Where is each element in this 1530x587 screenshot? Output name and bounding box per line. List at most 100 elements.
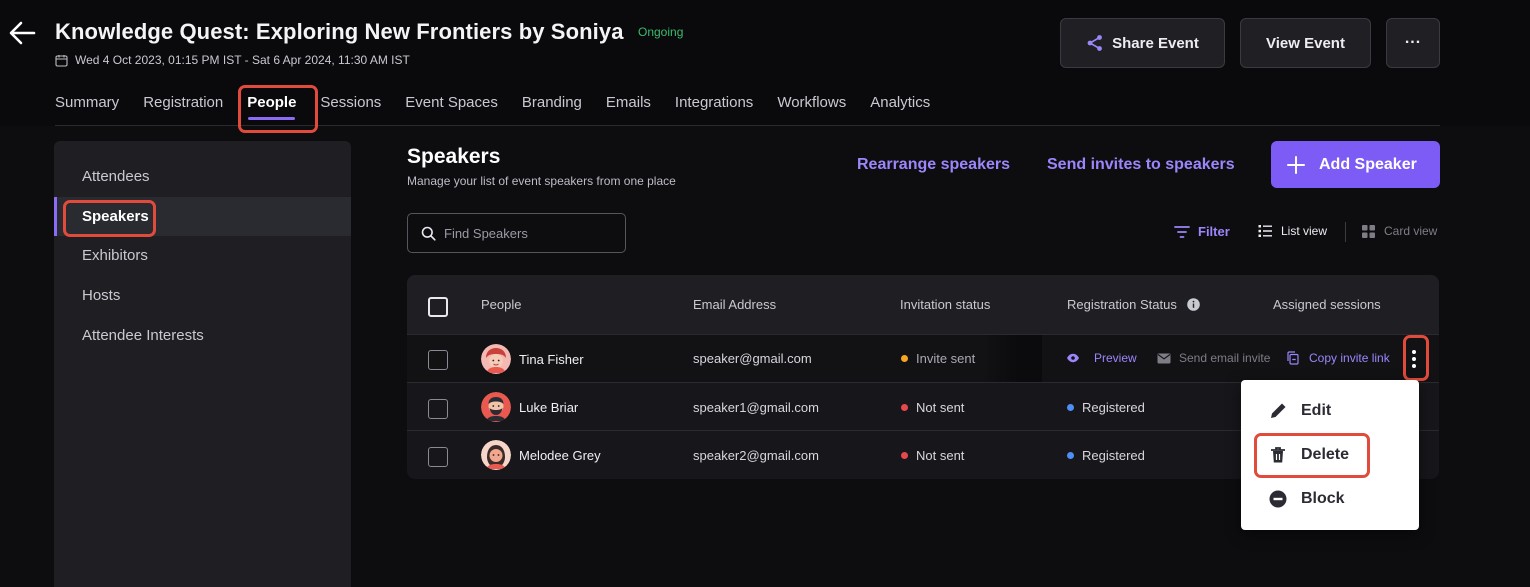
copy-invite-link-label: Copy invite link bbox=[1309, 351, 1390, 365]
invitation-status-text: Not sent bbox=[916, 448, 965, 463]
select-all-checkbox[interactable] bbox=[428, 297, 448, 317]
speaker-name: Tina Fisher bbox=[519, 351, 584, 367]
email-icon bbox=[1157, 353, 1171, 363]
col-invitation: Invitation status bbox=[900, 297, 991, 312]
tab-sessions[interactable]: Sessions bbox=[320, 94, 381, 111]
avatar bbox=[481, 440, 511, 470]
col-assigned-sessions: Assigned sessions bbox=[1273, 297, 1381, 312]
plus-icon bbox=[1287, 155, 1305, 174]
registration-status-text: Registered bbox=[1082, 400, 1145, 415]
kebab-dot bbox=[1412, 350, 1416, 354]
status-dot bbox=[1067, 404, 1074, 411]
menu-item-delete[interactable]: Delete bbox=[1268, 445, 1349, 465]
send-email-invite-action[interactable]: Send email invite bbox=[1157, 351, 1270, 365]
speaker-email: speaker1@gmail.com bbox=[693, 400, 819, 415]
sidebar-item-attendee-interests[interactable]: Attendee Interests bbox=[54, 316, 351, 355]
preview-label: Preview bbox=[1094, 351, 1137, 365]
list-view-icon bbox=[1258, 225, 1272, 237]
share-icon bbox=[1087, 35, 1103, 51]
speaker-name: Melodee Grey bbox=[519, 447, 601, 463]
search-icon bbox=[421, 226, 436, 241]
block-icon bbox=[1269, 490, 1287, 508]
view-event-label: View Event bbox=[1266, 34, 1345, 52]
row-checkbox[interactable] bbox=[428, 447, 448, 467]
speaker-email: speaker2@gmail.com bbox=[693, 448, 819, 463]
send-email-invite-label: Send email invite bbox=[1179, 351, 1271, 365]
event-dates-text: Wed 4 Oct 2023, 01:15 PM IST - Sat 6 Apr… bbox=[75, 53, 410, 67]
more-options-label: ... bbox=[1404, 30, 1422, 47]
filter-icon bbox=[1174, 225, 1190, 238]
card-view-icon bbox=[1362, 224, 1375, 238]
event-tabs: Summary Registration People Sessions Eve… bbox=[55, 94, 954, 120]
registration-status-text: Registered bbox=[1082, 448, 1145, 463]
card-view-toggle[interactable]: Card view bbox=[1362, 224, 1437, 238]
kebab-dot bbox=[1412, 364, 1416, 368]
status-badge: Ongoing bbox=[638, 25, 684, 39]
pencil-icon bbox=[1271, 403, 1286, 418]
filter-button[interactable]: Filter bbox=[1174, 224, 1230, 239]
view-event-button[interactable]: View Event bbox=[1240, 18, 1371, 68]
registration-status: Registered bbox=[1067, 448, 1145, 463]
status-dot bbox=[1067, 452, 1074, 459]
rearrange-speakers-button[interactable]: Rearrange speakers bbox=[857, 156, 1010, 174]
tab-branding[interactable]: Branding bbox=[522, 94, 582, 111]
eye-icon bbox=[1067, 353, 1079, 363]
copy-link-icon bbox=[1287, 351, 1299, 365]
speaker-cell: Luke Briar bbox=[481, 392, 578, 422]
row-checkbox[interactable] bbox=[428, 350, 448, 370]
tab-emails[interactable]: Emails bbox=[606, 94, 651, 111]
people-sidebar: Attendees Speakers Exhibitors Hosts Atte… bbox=[54, 141, 351, 587]
event-dates: Wed 4 Oct 2023, 01:15 PM IST - Sat 6 Apr… bbox=[55, 53, 410, 67]
menu-item-delete-label: Delete bbox=[1301, 446, 1350, 463]
table-row: Tina Fisher speaker@gmail.com Invite sen… bbox=[407, 334, 1439, 383]
send-invites-button[interactable]: Send invites to speakers bbox=[1047, 156, 1235, 174]
sidebar-item-hosts[interactable]: Hosts bbox=[54, 276, 351, 315]
row-checkbox[interactable] bbox=[428, 399, 448, 419]
sidebar-item-speakers[interactable]: Speakers bbox=[54, 197, 351, 236]
invitation-status-text: Not sent bbox=[916, 400, 965, 415]
list-view-label: List view bbox=[1281, 224, 1328, 238]
view-separator bbox=[1345, 222, 1346, 242]
row-context-menu: Edit Delete Block bbox=[1241, 380, 1419, 530]
back-arrow-icon[interactable] bbox=[8, 20, 36, 46]
invitation-status: Invite sent bbox=[901, 351, 975, 366]
invitation-status: Not sent bbox=[901, 448, 964, 463]
tab-people[interactable]: People bbox=[247, 94, 296, 120]
row-more-options-button[interactable] bbox=[1408, 340, 1420, 378]
menu-item-edit[interactable]: Edit bbox=[1268, 401, 1331, 421]
list-view-toggle[interactable]: List view bbox=[1258, 224, 1327, 238]
tab-divider bbox=[55, 125, 1440, 126]
page-subtitle: Manage your list of event speakers from … bbox=[407, 174, 676, 188]
info-icon[interactable] bbox=[1187, 298, 1200, 311]
copy-invite-link-action[interactable]: Copy invite link bbox=[1286, 351, 1390, 365]
tab-registration[interactable]: Registration bbox=[143, 94, 223, 111]
filter-label: Filter bbox=[1198, 224, 1230, 239]
col-email: Email Address bbox=[693, 297, 777, 312]
menu-item-block[interactable]: Block bbox=[1268, 489, 1345, 509]
trash-icon bbox=[1271, 447, 1285, 463]
speaker-cell: Melodee Grey bbox=[481, 440, 601, 470]
menu-item-edit-label: Edit bbox=[1301, 402, 1332, 419]
avatar bbox=[481, 344, 511, 374]
calendar-icon bbox=[55, 54, 68, 67]
status-dot bbox=[901, 355, 908, 362]
tab-analytics[interactable]: Analytics bbox=[870, 94, 930, 111]
col-registration: Registration Status bbox=[1067, 297, 1200, 312]
tab-summary[interactable]: Summary bbox=[55, 94, 119, 111]
sidebar-item-attendees[interactable]: Attendees bbox=[54, 157, 351, 196]
speaker-name: Luke Briar bbox=[519, 399, 579, 415]
status-dot bbox=[901, 404, 908, 411]
menu-item-block-label: Block bbox=[1301, 490, 1345, 507]
tab-workflows[interactable]: Workflows bbox=[777, 94, 846, 111]
preview-action[interactable]: Preview bbox=[1066, 351, 1137, 365]
tab-event-spaces[interactable]: Event Spaces bbox=[405, 94, 498, 111]
more-options-button[interactable]: ... bbox=[1386, 18, 1440, 68]
add-speaker-button[interactable]: Add Speaker bbox=[1271, 141, 1440, 188]
search-input[interactable] bbox=[444, 225, 614, 241]
avatar bbox=[481, 392, 511, 422]
share-event-label: Share Event bbox=[1112, 34, 1199, 52]
tab-integrations[interactable]: Integrations bbox=[675, 94, 753, 111]
table-header: People Email Address Invitation status R… bbox=[407, 275, 1439, 334]
share-event-button[interactable]: Share Event bbox=[1060, 18, 1225, 68]
sidebar-item-exhibitors[interactable]: Exhibitors bbox=[54, 236, 351, 275]
